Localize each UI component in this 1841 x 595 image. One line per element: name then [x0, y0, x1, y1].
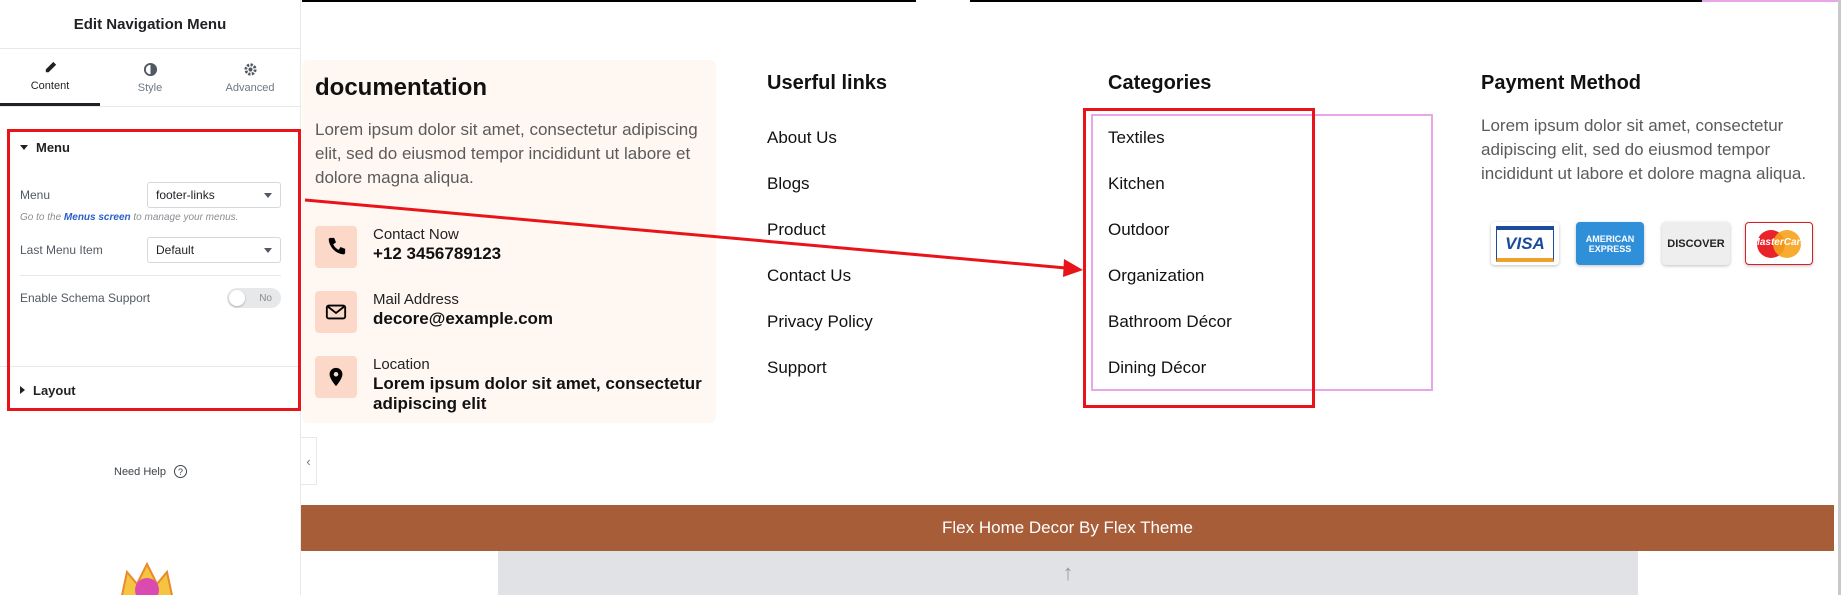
footer-text: Flex Home Decor By Flex Theme: [942, 518, 1193, 537]
footer-copyright: Flex Home Decor By Flex Theme: [301, 505, 1834, 551]
arrow-up-icon: ↑: [1062, 560, 1074, 585]
scroll-to-top-button[interactable]: ↑: [498, 551, 1638, 595]
